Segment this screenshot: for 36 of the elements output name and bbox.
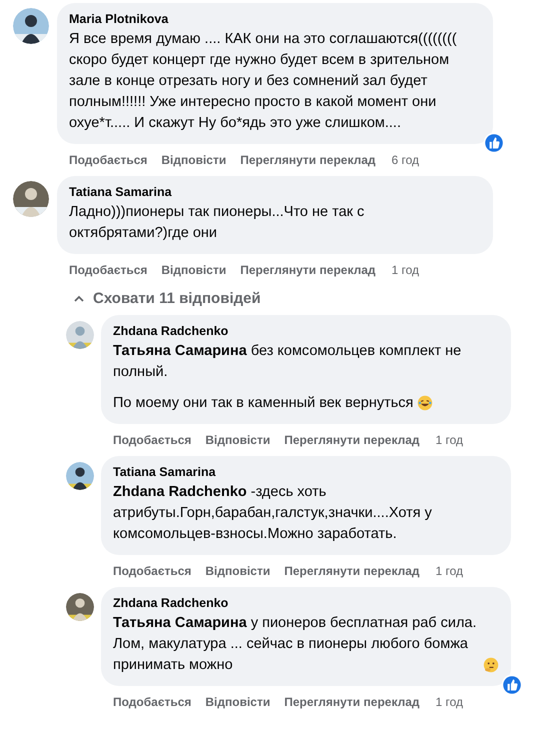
comment-text: Zhdana Radchenko -здесь хоть атрибуты.Горн,барабан,галстук,значки....Хотя у комсомольцев-взносы.Можно заработать. [113, 483, 433, 544]
hide-replies-button[interactable]: Сховати 11 відповідей [13, 286, 261, 315]
author-name[interactable]: Tatiana Samarina [113, 464, 499, 480]
action-link[interactable]: Відповісти [161, 153, 226, 167]
comment-text: По моему они так в каменный век вернуться [113, 394, 414, 413]
author-name[interactable]: Maria Plotnikova [69, 11, 481, 27]
action-link[interactable]: Переглянути переклад [240, 153, 376, 167]
author-name[interactable]: Tatiana Samarina [69, 184, 481, 200]
action-link[interactable]: Відповісти [161, 263, 226, 277]
action-link[interactable]: Переглянути переклад [284, 695, 420, 709]
laughing-emoji-icon [417, 395, 434, 411]
comment-text: Я все время думаю .... КАК они на это соглашаются(((((((( скоро будет концерт где нужно будет всем в зрительном зале в конце отрезать ногу и без сомнений зал будет полным!!!!!! Уже интересно просто в какой момент они охуе*т..... И скажут Ну бо*ядь это уже слишком.... [69, 31, 457, 131]
author-name[interactable]: Zhdana Radchenko [113, 595, 499, 611]
action-link[interactable]: Подобається [113, 564, 192, 578]
timestamp: 1 год [436, 564, 464, 578]
comment-text: Татьяна Самарина у пионеров бесплатная раб сила. Лом, макулатура ... сейчас в пионеры любого бомжа принимать можно [113, 614, 478, 675]
like-icon [501, 674, 523, 696]
action-link[interactable]: Подобається [113, 433, 192, 447]
like-icon [483, 132, 505, 154]
timestamp: 6 год [392, 153, 420, 167]
action-link[interactable]: Відповісти [205, 564, 270, 578]
timestamp: 1 год [436, 433, 464, 447]
action-link[interactable]: Подобається [69, 153, 148, 167]
comment-text: Татьяна Самарина без комсомольцев комплект не полный. [113, 342, 462, 382]
author-name[interactable]: Zhdana Radchenko [113, 323, 499, 339]
action-link[interactable]: Відповісти [205, 433, 270, 447]
comment-text: Ладно)))пионеры так пионеры...Что не так с октябрятами?)где они [69, 204, 364, 241]
thinking-emoji-icon [483, 657, 499, 673]
action-link[interactable]: Переглянути переклад [240, 263, 376, 277]
action-link[interactable]: Переглянути переклад [284, 564, 420, 578]
timestamp: 1 год [392, 263, 420, 277]
action-link[interactable]: Переглянути переклад [284, 433, 420, 447]
timestamp: 1 год [436, 695, 464, 709]
action-link[interactable]: Відповісти [205, 695, 270, 709]
action-link[interactable]: Подобається [113, 695, 192, 709]
action-link[interactable]: Подобається [69, 263, 148, 277]
